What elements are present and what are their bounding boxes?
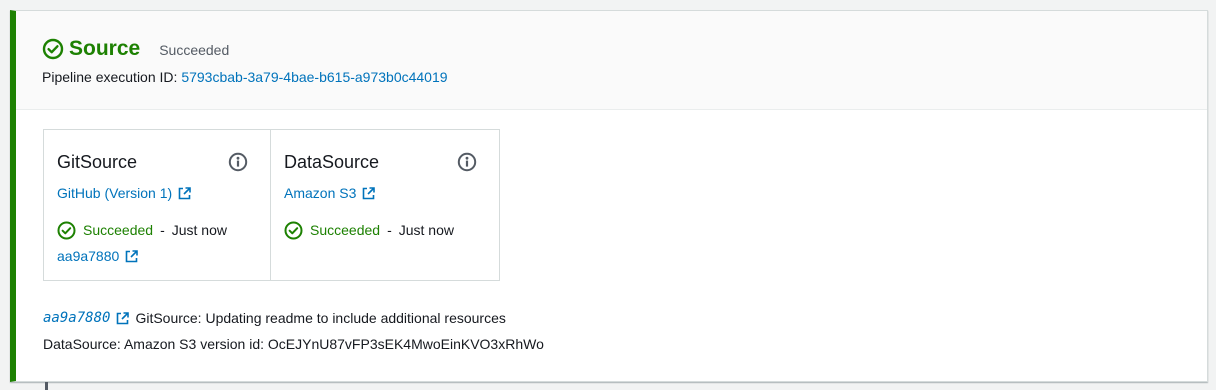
action-status-row: Succeeded - Just now	[57, 220, 227, 240]
stage-summary: aa9a7880 GitSource: Updating readme to i…	[43, 309, 544, 353]
external-link-icon	[125, 249, 139, 263]
data-source-version: DataSource: Amazon S3 version id: OcEJYn…	[43, 336, 544, 352]
check-circle-icon	[42, 38, 64, 60]
check-circle-icon	[57, 221, 76, 240]
action-time: Just now	[398, 222, 454, 238]
execution-id-row: Pipeline execution ID: 5793cbab-3a79-4ba…	[42, 68, 448, 86]
action-card-datasource: DataSource Amazon S3 Succeeded - Just no…	[271, 129, 500, 281]
revision-link[interactable]: aa9a7880	[57, 247, 119, 265]
external-link-icon	[178, 186, 191, 200]
action-time: Just now	[171, 222, 227, 238]
commit-summary-line: aa9a7880 GitSource: Updating readme to i…	[43, 309, 544, 327]
stage-header: Source Succeeded Pipeline execution ID: …	[16, 11, 1207, 110]
action-name: GitSource	[57, 152, 138, 172]
external-link-icon	[362, 186, 376, 200]
execution-id-label: Pipeline execution ID:	[42, 69, 178, 85]
connector-line	[45, 382, 48, 390]
provider-link-row[interactable]: Amazon S3	[284, 184, 376, 202]
info-icon[interactable]	[457, 152, 477, 172]
check-circle-icon	[284, 221, 303, 240]
provider-link[interactable]: Amazon S3	[284, 184, 356, 202]
commit-id-link[interactable]: aa9a7880	[43, 309, 110, 327]
status-separator: -	[160, 222, 165, 238]
action-name: DataSource	[284, 152, 380, 172]
stage-title: Source	[69, 37, 141, 60]
external-link-icon[interactable]	[116, 311, 130, 325]
commit-message: GitSource: Updating readme to include ad…	[135, 310, 506, 326]
execution-id-link[interactable]: 5793cbab-3a79-4bae-b615-a973b0c44019	[181, 69, 447, 85]
action-card-gitsource: GitSource GitHub (Version 1) Succeeded -…	[43, 129, 271, 281]
action-status: Succeeded	[310, 222, 381, 238]
provider-link[interactable]: GitHub (Version 1)	[57, 184, 172, 202]
provider-link-row[interactable]: GitHub (Version 1)	[57, 184, 191, 202]
data-source-summary-line: DataSource: Amazon S3 version id: OcEJYn…	[43, 335, 544, 353]
status-separator: -	[387, 222, 392, 238]
revision-link-row[interactable]: aa9a7880	[57, 247, 139, 265]
stage-card: Source Succeeded Pipeline execution ID: …	[10, 10, 1208, 382]
action-status: Succeeded	[83, 222, 154, 238]
actions-row: GitSource GitHub (Version 1) Succeeded -…	[43, 129, 500, 281]
stage-title-row: Source Succeeded	[42, 37, 229, 61]
info-icon[interactable]	[228, 152, 248, 172]
stage-status: Succeeded	[159, 42, 230, 58]
action-status-row: Succeeded - Just now	[284, 220, 454, 240]
